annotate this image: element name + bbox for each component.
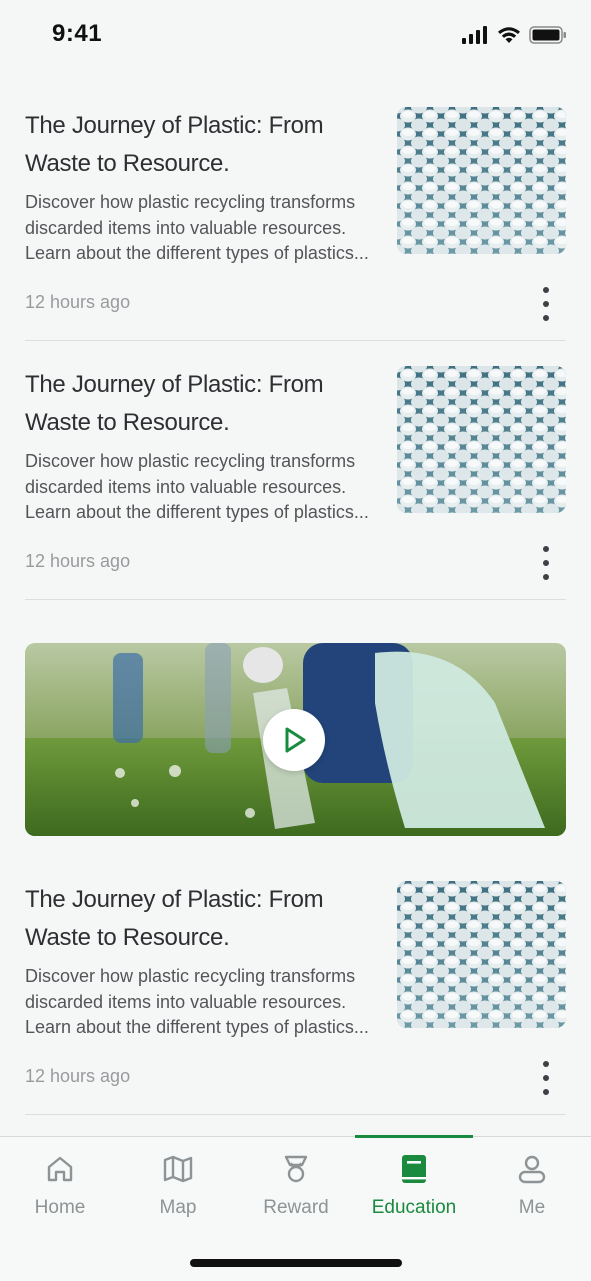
trophy-icon	[284, 1155, 308, 1183]
article-thumbnail[interactable]	[397, 366, 566, 513]
more-dot	[543, 301, 549, 307]
article-timestamp: 12 hours ago	[25, 1066, 131, 1086]
battery-icon	[529, 26, 566, 44]
article-card[interactable]: The Journey of Plastic: From Waste to Re…	[25, 72, 566, 341]
more-dot	[543, 546, 549, 552]
more-dot	[543, 1089, 549, 1095]
tab-label: Home	[34, 1197, 86, 1218]
article-thumbnail[interactable]	[397, 881, 566, 1028]
article-card[interactable]: The Journey of Plastic: From Waste to Re…	[25, 331, 566, 600]
status-icons	[461, 26, 567, 44]
book-icon	[402, 1155, 426, 1183]
article-title[interactable]: The Journey of Plastic: From Waste to Re…	[25, 107, 375, 183]
more-dot	[543, 574, 549, 580]
more-dot	[543, 1075, 549, 1081]
plastic-bottles-image	[397, 881, 566, 1028]
article-title[interactable]: The Journey of Plastic: From Waste to Re…	[25, 366, 375, 442]
more-dot	[543, 315, 549, 321]
more-dot	[543, 287, 549, 293]
article-timestamp: 12 hours ago	[25, 551, 131, 571]
tab-me[interactable]: Me	[473, 1137, 591, 1233]
tab-home[interactable]: Home	[1, 1137, 119, 1233]
home-indicator[interactable]	[190, 1259, 402, 1267]
more-dot	[543, 1061, 549, 1067]
more-options-button[interactable]	[537, 546, 555, 580]
plastic-bottles-image	[397, 366, 566, 513]
signal-icon	[462, 26, 487, 44]
wifi-icon	[498, 27, 520, 43]
tab-education[interactable]: Education	[355, 1135, 473, 1233]
education-feed[interactable]: The Journey of Plastic: From Waste to Re…	[0, 72, 591, 1136]
status-bar: 9:41	[0, 0, 591, 72]
article-description: Discover how plastic recycling transform…	[25, 192, 369, 263]
play-icon	[285, 727, 306, 753]
status-time: 9:41	[52, 20, 103, 47]
more-options-button[interactable]	[537, 287, 555, 321]
user-icon	[518, 1155, 546, 1184]
more-dot	[543, 560, 549, 566]
article-timestamp: 12 hours ago	[25, 292, 131, 312]
map-icon	[163, 1155, 193, 1183]
article-description: Discover how plastic recycling transform…	[25, 451, 369, 522]
play-button[interactable]	[263, 709, 325, 771]
tab-reward[interactable]: Reward	[237, 1137, 355, 1233]
article-thumbnail[interactable]	[397, 107, 566, 254]
tab-label: Education	[371, 1197, 457, 1218]
tab-map[interactable]: Map	[119, 1137, 237, 1233]
home-icon	[47, 1156, 73, 1182]
tab-label: Me	[518, 1197, 546, 1218]
tab-label: Map	[159, 1197, 197, 1218]
article-card[interactable]: The Journey of Plastic: From Waste to Re…	[25, 846, 566, 1115]
more-options-button[interactable]	[537, 1061, 555, 1095]
tab-label: Reward	[263, 1197, 329, 1218]
article-description: Discover how plastic recycling transform…	[25, 966, 369, 1037]
active-tab-indicator	[355, 1135, 473, 1138]
video-card[interactable]	[25, 643, 566, 836]
article-title[interactable]: The Journey of Plastic: From Waste to Re…	[25, 881, 375, 957]
plastic-bottles-image	[397, 107, 566, 254]
